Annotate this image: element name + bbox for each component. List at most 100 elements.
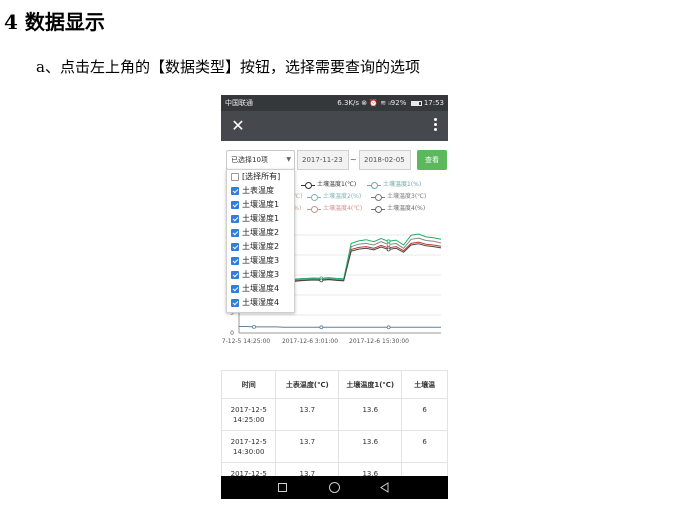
y-tick-label: 0 <box>230 330 234 337</box>
close-icon[interactable]: ✕ <box>227 115 249 137</box>
legend-item[interactable]: 土壤温度2(%) <box>307 191 361 203</box>
table-row: 2017-12-5 14:30:00 13.7 13.6 6 <box>221 430 448 463</box>
table-cell <box>401 462 448 476</box>
dropdown-option-label: 土壤温度4 <box>242 284 280 293</box>
dropdown-option[interactable]: 土壤湿度1 <box>227 212 294 226</box>
query-button[interactable]: 查看 <box>417 150 447 170</box>
series-point <box>386 247 391 252</box>
phone-screenshot: 中国联通 6.3K/s ⊗ ⏰ ≋ ᵢₗ92% 17:53 ✕ 已选择10项 ▼… <box>221 95 448 499</box>
dropdown-option-label: 土表温度 <box>242 186 274 195</box>
checkbox-checked-icon[interactable] <box>231 285 239 293</box>
home-icon[interactable] <box>329 482 340 493</box>
checkbox-checked-icon[interactable] <box>231 271 239 279</box>
table-row: 2017-12-5 14:25:00 13.7 13.6 6 <box>221 398 448 431</box>
x-tick-label: 2017-12-6 3:01:00 <box>282 338 338 345</box>
data-table-wrap: 时间 土表温度(℃) 土壤温度1(℃) 土壤温 2017-12-5 14:25:00 1… <box>221 370 448 476</box>
legend-item[interactable]: 土壤温度3(℃) <box>371 191 426 203</box>
legend-item[interactable]: 土壤温度1(℃) <box>301 179 356 191</box>
legend-marker-icon <box>307 193 321 201</box>
table-cell: 13.7 <box>275 398 340 431</box>
legend-label: 土壤温度3(℃) <box>387 193 427 200</box>
table-header-cell: 土壤温 <box>401 370 448 399</box>
checkbox-checked-icon[interactable] <box>231 187 239 195</box>
legend-label: 土壤温度1(℃) <box>317 181 357 188</box>
dropdown-option-label: 土壤温度1 <box>242 200 280 209</box>
dropdown-option-label: 土壤湿度4 <box>242 298 280 307</box>
table-header-cell: 土表温度(℃) <box>275 370 340 399</box>
checkbox-checked-icon[interactable] <box>231 299 239 307</box>
table-cell: 2017-12-5 <box>221 462 277 476</box>
status-carrier: 中国联通 <box>225 99 253 107</box>
dropdown-option[interactable]: 土表温度 <box>227 184 294 198</box>
table-cell: 13.6 <box>338 462 403 476</box>
table-row: 2017-12-5 13.7 13.6 <box>221 462 448 476</box>
checkbox-checked-icon[interactable] <box>231 201 239 209</box>
legend-label: 土壤温度2(%) <box>323 193 362 200</box>
dropdown-option[interactable]: 土壤温度4 <box>227 282 294 296</box>
table-cell: 13.7 <box>275 430 340 463</box>
checkbox-checked-icon[interactable] <box>231 257 239 265</box>
table-cell: 2017-12-5 14:25:00 <box>221 398 277 431</box>
legend-marker-icon <box>367 181 381 189</box>
series-point <box>319 278 324 283</box>
x-tick-label: 7-12-5 14:25:00 <box>222 338 271 345</box>
battery-icon <box>410 100 422 106</box>
dropdown-option-label: 土壤湿度1 <box>242 214 280 223</box>
legend-label: 土壤温度4(%) <box>387 205 426 212</box>
document-step-text: a、点击左上角的【数据类型】按钮，选择需要查询的选项 <box>36 58 420 76</box>
legend-item[interactable]: 土壤温度4(℃) <box>307 203 362 215</box>
dropdown-option-label: [选择所有] <box>242 172 281 181</box>
series-point <box>386 242 391 247</box>
legend-label: 土壤温度4(℃) <box>323 205 363 212</box>
chevron-down-icon: ▼ <box>286 156 291 163</box>
start-date-input[interactable]: 2017-11-23 <box>297 150 349 170</box>
data-table: 时间 土表温度(℃) 土壤温度1(℃) 土壤温 2017-12-5 14:25:00 1… <box>221 370 448 476</box>
dropdown-option[interactable]: 土壤温度3 <box>227 254 294 268</box>
filter-row: 已选择10项 ▼ 2017-11-23 ~ 2018-02-05 查看 <box>221 147 448 171</box>
checkbox-checked-icon[interactable] <box>231 229 239 237</box>
data-type-select[interactable]: 已选择10项 ▼ <box>226 150 295 170</box>
checkbox-checked-icon[interactable] <box>231 215 239 223</box>
table-cell: 6 <box>401 430 448 463</box>
series-point <box>386 325 391 330</box>
legend-item[interactable]: 土壤温度4(%) <box>371 203 425 215</box>
checkbox-checked-icon[interactable] <box>231 243 239 251</box>
series-point <box>252 325 256 329</box>
series-point <box>319 325 324 330</box>
dropdown-option[interactable]: 土壤湿度2 <box>227 240 294 254</box>
dropdown-option-label: 土壤温度2 <box>242 228 280 237</box>
checkbox-unchecked-icon[interactable] <box>231 173 239 181</box>
table-cell: 2017-12-5 14:30:00 <box>221 430 277 463</box>
recents-icon[interactable] <box>278 483 287 492</box>
table-cell: 13.7 <box>275 462 340 476</box>
table-cell: 13.6 <box>338 398 403 431</box>
series-point <box>386 239 391 244</box>
status-bar: 中国联通 6.3K/s ⊗ ⏰ ≋ ᵢₗ92% 17:53 <box>221 95 448 111</box>
legend-item[interactable]: 土壤温度1(%) <box>367 179 421 191</box>
dropdown-option[interactable]: [选择所有] <box>227 170 294 184</box>
dropdown-option[interactable]: 土壤湿度4 <box>227 296 294 310</box>
app-bar: ✕ <box>221 111 448 141</box>
legend-label: 土壤温度1(%) <box>383 181 422 188</box>
end-date-input[interactable]: 2018-02-05 <box>359 150 411 170</box>
document-heading: 4 数据显示 <box>4 10 105 34</box>
dropdown-option[interactable]: 土壤湿度3 <box>227 268 294 282</box>
table-cell: 13.6 <box>338 430 403 463</box>
more-vertical-icon[interactable] <box>430 116 440 136</box>
dropdown-option-label: 土壤湿度3 <box>242 270 280 279</box>
dropdown-option[interactable]: 土壤温度1 <box>227 198 294 212</box>
data-type-select-value: 已选择10项 <box>231 156 268 164</box>
series-line-4 <box>239 326 441 328</box>
table-header-row: 时间 土表温度(℃) 土壤温度1(℃) 土壤温 <box>221 370 448 399</box>
table-cell: 6 <box>401 398 448 431</box>
x-tick-label: 2017-12-6 15:30:00 <box>349 338 409 345</box>
date-separator: ~ <box>350 155 357 164</box>
legend-marker-icon <box>301 181 315 189</box>
legend-marker-icon <box>371 205 385 213</box>
table-header-cell: 时间 <box>221 370 277 399</box>
dropdown-option[interactable]: 土壤温度2 <box>227 226 294 240</box>
android-nav-bar <box>221 476 448 499</box>
dropdown-option-label: 土壤温度3 <box>242 256 280 265</box>
table-header-cell: 土壤温度1(℃) <box>338 370 403 399</box>
back-icon[interactable] <box>379 482 390 493</box>
